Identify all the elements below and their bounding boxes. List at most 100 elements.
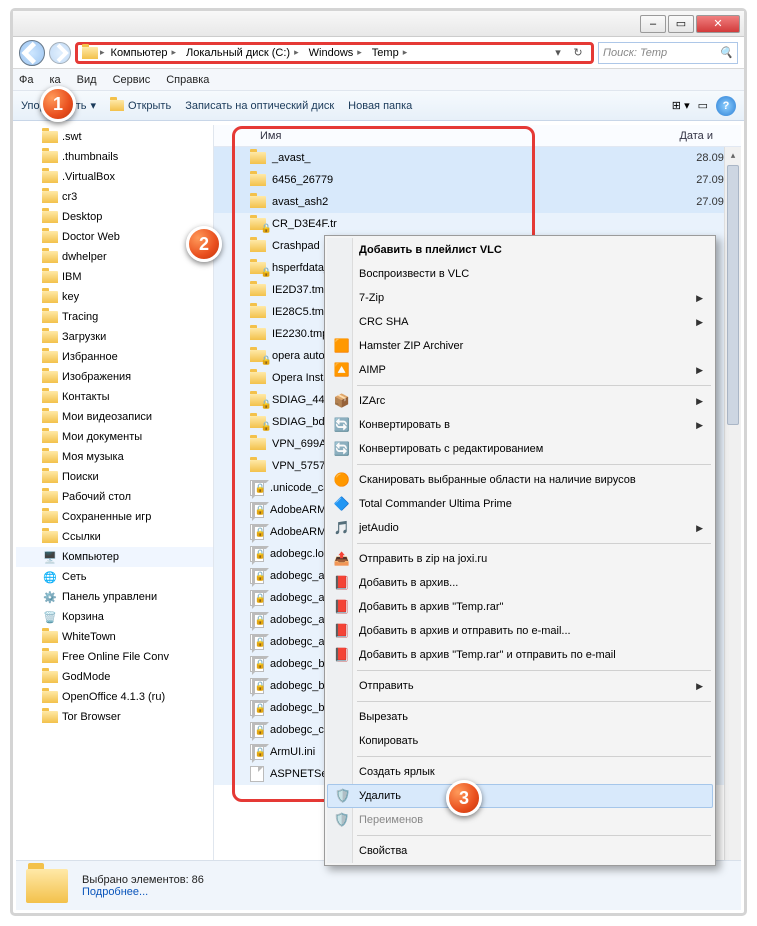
breadcrumb[interactable]: Локальный диск (C:)▸ [182, 47, 303, 59]
menu-tools[interactable]: Сервис [113, 74, 151, 86]
breadcrumb[interactable]: Temp▸ [368, 47, 411, 59]
view-mode-icon[interactable]: ⊞ ▾ [672, 99, 690, 112]
tree-item[interactable]: WhiteTown [16, 627, 213, 647]
tree-item[interactable]: Tor Browser [16, 707, 213, 727]
column-date[interactable]: Дата и [673, 130, 741, 142]
tree-item[interactable]: Ссылки [16, 527, 213, 547]
open-button[interactable]: Открыть [110, 100, 171, 112]
context-menu-item[interactable]: 7-Zip▶ [327, 286, 713, 310]
tree-item[interactable]: ⚙️Панель управлени [16, 587, 213, 607]
menu-help[interactable]: Справка [166, 74, 209, 86]
tree-item[interactable]: Изображения [16, 367, 213, 387]
tree-item[interactable]: Моя музыка [16, 447, 213, 467]
context-menu-item[interactable]: 🛡️Переименов [327, 808, 713, 832]
tree-item[interactable]: GodMode [16, 667, 213, 687]
chevron-right-icon[interactable]: ▸ [100, 47, 105, 58]
file-icon [250, 480, 264, 496]
context-menu-item[interactable]: 📤Отправить в zip на joxi.ru [327, 547, 713, 571]
scroll-thumb[interactable] [727, 165, 739, 425]
context-menu-item[interactable]: Создать ярлык [327, 760, 713, 784]
file-row[interactable]: CR_D3E4F.tr [214, 213, 741, 235]
tree-item[interactable]: .swt [16, 127, 213, 147]
context-menu-item[interactable]: 🔷Total Commander Ultima Prime [327, 492, 713, 516]
menu-file[interactable]: Фа [19, 74, 33, 86]
help-icon[interactable]: ? [716, 96, 736, 116]
context-menu-item[interactable]: Воспроизвести в VLC [327, 262, 713, 286]
context-menu-item[interactable]: Свойства [327, 839, 713, 863]
context-menu-item[interactable]: 🟧Hamster ZIP Archiver [327, 334, 713, 358]
tree-item[interactable]: OpenOffice 4.1.3 (ru) [16, 687, 213, 707]
tree-item[interactable]: Tracing [16, 307, 213, 327]
tree-item[interactable]: Desktop [16, 207, 213, 227]
breadcrumb[interactable]: Компьютер▸ [107, 47, 180, 59]
context-menu-item[interactable]: 🟠Сканировать выбранные области на наличи… [327, 468, 713, 492]
refresh-icon[interactable]: ↻ [569, 46, 587, 59]
tree-item[interactable]: key [16, 287, 213, 307]
preview-pane-icon[interactable]: ▭ [698, 99, 708, 112]
tree-item[interactable]: Мои видеозаписи [16, 407, 213, 427]
context-menu-item[interactable]: 📕Добавить в архив "Temp.rar" и отправить… [327, 643, 713, 667]
new-folder-button[interactable]: Новая папка [348, 100, 412, 112]
tree-item[interactable]: Мои документы [16, 427, 213, 447]
context-menu-item[interactable]: 🔄Конвертировать с редактированием [327, 437, 713, 461]
folder-icon [42, 671, 58, 683]
context-menu-item[interactable]: 🎵jetAudio▶ [327, 516, 713, 540]
file-row[interactable]: 6456_2677927.09.2 [214, 169, 741, 191]
tree-item-label: WhiteTown [62, 631, 116, 643]
tree-item[interactable]: Сохраненные игр [16, 507, 213, 527]
tree-item[interactable]: 🗑️Корзина [16, 607, 213, 627]
context-menu-item[interactable]: Добавить в плейлист VLC [327, 238, 713, 262]
menu-item-label: Вырезать [359, 711, 408, 723]
tree-item[interactable]: .thumbnails [16, 147, 213, 167]
tree-item[interactable]: Избранное [16, 347, 213, 367]
scrollbar[interactable]: ▴ ▾ [724, 147, 741, 910]
file-name: ArmUI.ini [270, 746, 315, 758]
dropdown-icon[interactable]: ▾ [549, 46, 567, 59]
context-menu-item[interactable]: Вырезать [327, 705, 713, 729]
file-name: adobegc_b0 [270, 680, 331, 692]
menu-edit[interactable]: ка [49, 74, 60, 86]
recycle-bin-icon: 🗑️ [42, 610, 58, 624]
maximize-button[interactable]: ▭ [668, 15, 694, 33]
scroll-up-icon[interactable]: ▴ [725, 147, 741, 164]
breadcrumb[interactable]: Windows▸ [305, 47, 366, 59]
context-menu-item[interactable]: 📕Добавить в архив "Temp.rar" [327, 595, 713, 619]
tree-item[interactable]: dwhelper [16, 247, 213, 267]
tree-item[interactable]: Поиски [16, 467, 213, 487]
menu-view[interactable]: Вид [77, 74, 97, 86]
minimize-button[interactable]: – [640, 15, 666, 33]
file-name: Opera Instal [272, 372, 332, 384]
search-input[interactable]: Поиск: Temp 🔍 [598, 42, 738, 64]
back-button[interactable] [19, 40, 45, 66]
burn-button[interactable]: Записать на оптический диск [185, 100, 334, 112]
tree-item[interactable]: Контакты [16, 387, 213, 407]
column-name[interactable]: Имя [254, 130, 287, 142]
tree-item[interactable]: IBM [16, 267, 213, 287]
details-link[interactable]: Подробнее... [82, 886, 204, 898]
tree-item[interactable]: .VirtualBox [16, 167, 213, 187]
tree-item[interactable]: Рабочий стол [16, 487, 213, 507]
folder-icon [42, 351, 58, 363]
folder-icon [250, 218, 266, 230]
context-menu-item[interactable]: 📕Добавить в архив и отправить по e-mail.… [327, 619, 713, 643]
file-row[interactable]: _avast_28.09.2 [214, 147, 741, 169]
tree-item[interactable]: 🌐Сеть [16, 567, 213, 587]
context-menu-item[interactable]: 📦IZArc▶ [327, 389, 713, 413]
menu-item-label: jetAudio [359, 522, 399, 534]
tree-item[interactable]: 🖥️Компьютер [16, 547, 213, 567]
context-menu-item[interactable]: 🔼AIMP▶ [327, 358, 713, 382]
tree-item[interactable]: Doctor Web [16, 227, 213, 247]
forward-button[interactable] [49, 42, 71, 64]
context-menu-item[interactable]: Отправить▶ [327, 674, 713, 698]
context-menu-item[interactable]: 🔄Конвертировать в▶ [327, 413, 713, 437]
close-button[interactable]: ✕ [696, 15, 740, 33]
context-menu-item[interactable]: Копировать [327, 729, 713, 753]
tree-item[interactable]: Free Online File Conv [16, 647, 213, 667]
address-bar[interactable]: ▸ Компьютер▸ Локальный диск (C:)▸ Window… [75, 42, 594, 64]
file-row[interactable]: avast_ash227.09.2 [214, 191, 741, 213]
tree-item[interactable]: Загрузки [16, 327, 213, 347]
context-menu-item[interactable]: 🛡️Удалить [327, 784, 713, 808]
tree-item[interactable]: cr3 [16, 187, 213, 207]
context-menu-item[interactable]: CRC SHA▶ [327, 310, 713, 334]
context-menu-item[interactable]: 📕Добавить в архив... [327, 571, 713, 595]
